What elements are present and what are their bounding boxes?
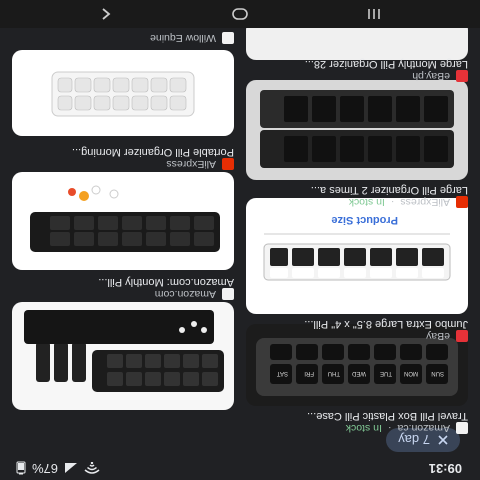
result-thumbnail[interactable] — [12, 302, 234, 410]
svg-text:THU: THU — [328, 370, 340, 376]
product-size-label: Product Size — [331, 214, 398, 226]
favicon — [456, 422, 468, 434]
result-title[interactable]: Large Pill Organizer 2 Times a... — [246, 184, 468, 196]
svg-text:TUE: TUE — [380, 370, 392, 376]
signal-icon — [65, 463, 78, 474]
result-source: eBay.ph — [412, 70, 468, 82]
svg-text:WED: WED — [351, 370, 366, 376]
result-source: AliExpress · In stock — [349, 196, 468, 208]
favicon — [222, 288, 234, 300]
android-nav-bar — [0, 0, 480, 28]
home-button[interactable] — [220, 4, 260, 24]
result-title[interactable]: Large Monthly Pill Organizer 28... — [246, 58, 468, 70]
chevron-left-icon[interactable] — [100, 7, 112, 21]
source-name: eBay.ph — [412, 70, 450, 82]
svg-text:MON: MON — [404, 370, 418, 376]
svg-text:SAT: SAT — [276, 370, 288, 376]
result-thumbnail[interactable] — [12, 50, 234, 136]
favicon — [456, 196, 468, 208]
favicon — [456, 70, 468, 82]
favicon — [456, 330, 468, 342]
result-title[interactable]: Travel Pill Box Plastic Pill Case... — [246, 410, 468, 422]
result-source: Amazon.ca · In stock — [346, 422, 468, 434]
battery-percent: 67% — [32, 461, 59, 476]
recents-button[interactable] — [354, 4, 394, 24]
separator: · — [390, 196, 395, 208]
source-name: Willow Equine — [150, 32, 216, 44]
source-name: AliExpress — [166, 158, 216, 170]
source-name: Amazon.ca — [397, 422, 450, 434]
stock-status: In stock — [348, 196, 385, 208]
favicon — [222, 32, 234, 44]
svg-text:SUN: SUN — [431, 370, 444, 376]
circle-home-icon[interactable] — [231, 7, 249, 21]
result-source: eBay — [426, 330, 468, 342]
favicon — [222, 158, 234, 170]
rotated-screen: 09:31 67% 7 day SUN MON TUE WED THU FRI SAT — [0, 0, 480, 480]
result-title[interactable]: Amazon.com: Monthly Pill... — [12, 276, 234, 288]
close-icon[interactable] — [438, 435, 448, 445]
source-name: eBay — [426, 330, 450, 342]
result-title[interactable]: Jumbo Extra Large 8.5" x 4" Pill... — [246, 318, 468, 330]
result-thumbnail[interactable]: Product Size — [246, 198, 468, 314]
back-button[interactable] — [86, 4, 126, 24]
wifi-icon — [84, 462, 100, 475]
recents-icon[interactable] — [366, 7, 382, 21]
result-source: Amazon.com — [155, 288, 234, 300]
clock: 09:31 — [428, 461, 462, 476]
result-thumbnail[interactable] — [246, 80, 468, 180]
separator: · — [387, 422, 392, 434]
result-title[interactable]: Portable Pill Organizer Morning... — [12, 146, 234, 158]
source-name: AliExpress — [400, 196, 450, 208]
status-icons: 67% — [16, 461, 100, 476]
battery-icon — [16, 462, 26, 475]
result-source: AliExpress — [166, 158, 234, 170]
source-name: Amazon.com — [154, 288, 216, 300]
status-bar: 09:31 67% — [0, 458, 480, 480]
result-thumbnail[interactable] — [12, 172, 234, 270]
stock-status: In stock — [345, 422, 382, 434]
result-source: Willow Equine — [150, 32, 234, 44]
svg-text:FRI: FRI — [304, 370, 314, 376]
filter-chip-label: 7 day — [398, 432, 430, 448]
